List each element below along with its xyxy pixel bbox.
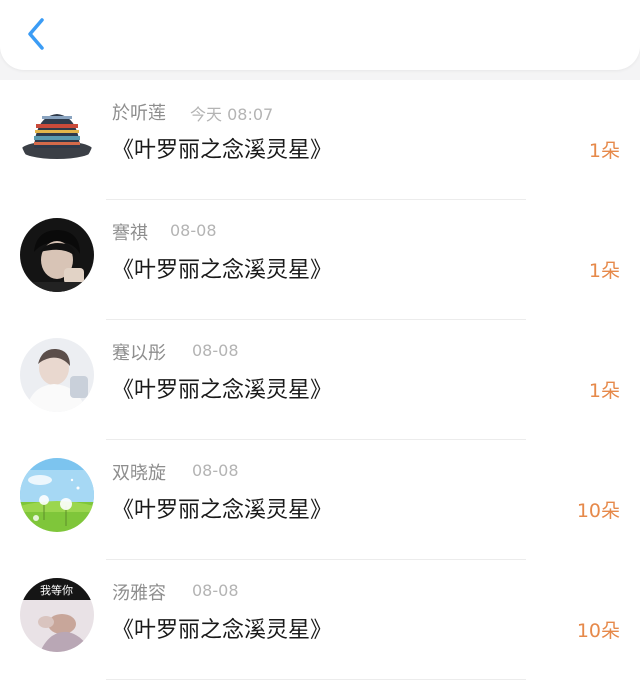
timestamp: 08-08 [192, 341, 239, 360]
timestamp: 今天 08:07 [190, 105, 274, 124]
user-name: 於听莲 [112, 103, 166, 124]
avatar[interactable]: F 我等你 [20, 578, 94, 652]
svg-text:我等你: 我等你 [40, 583, 73, 597]
dandelion-field-avatar [20, 458, 94, 532]
book-title: 《叶罗丽之念溪灵星》 [112, 378, 333, 403]
back-button[interactable] [18, 14, 54, 54]
book-title: 《叶罗丽之念溪灵星》 [112, 138, 333, 163]
book-title: 《叶罗丽之念溪灵星》 [112, 258, 333, 283]
book-title: 《叶罗丽之念溪灵星》 [112, 618, 333, 643]
text-photo-avatar: F 我等你 [20, 578, 94, 652]
boy-portrait-avatar [20, 218, 94, 292]
svg-text:F: F [23, 584, 29, 597]
avatar[interactable] [20, 218, 94, 292]
list-item[interactable]: 双晓旋 08-08 《叶罗丽之念溪灵星》 10朵 [0, 440, 640, 560]
gift-list: 於听莲 今天 08:07 《叶罗丽之念溪灵星》 1朵 謇祺 08-08 《叶罗丽… [0, 80, 640, 681]
boy-light-avatar [20, 338, 94, 412]
top-bar [0, 0, 640, 70]
avatar[interactable] [20, 458, 94, 532]
timestamp: 08-08 [192, 581, 239, 600]
flower-count: 1朵 [588, 260, 620, 282]
back-chevron-icon [28, 18, 44, 50]
flower-count: 1朵 [588, 140, 620, 162]
avatar[interactable] [20, 338, 94, 412]
timestamp: 08-08 [170, 221, 217, 240]
list-item[interactable]: 於听莲 今天 08:07 《叶罗丽之念溪灵星》 1朵 [0, 80, 640, 200]
flower-count: 10朵 [576, 500, 620, 522]
user-name: 双晓旋 [112, 463, 166, 484]
flower-count: 1朵 [588, 380, 620, 402]
book-title: 《叶罗丽之念溪灵星》 [112, 498, 333, 523]
user-name: 汤雅容 [112, 583, 166, 604]
bucket-hat-avatar [20, 98, 94, 172]
user-name: 蹇以彤 [112, 343, 166, 364]
avatar[interactable] [20, 98, 94, 172]
user-name: 謇祺 [112, 223, 148, 244]
list-item[interactable]: F 我等你 汤雅容 08-08 《叶罗丽之念溪灵星》 10朵 [0, 560, 640, 680]
list-item[interactable]: 謇祺 08-08 《叶罗丽之念溪灵星》 1朵 [0, 200, 640, 320]
flower-count: 10朵 [576, 620, 620, 642]
list-item[interactable]: 蹇以彤 08-08 《叶罗丽之念溪灵星》 1朵 [0, 320, 640, 440]
timestamp: 08-08 [192, 461, 239, 480]
